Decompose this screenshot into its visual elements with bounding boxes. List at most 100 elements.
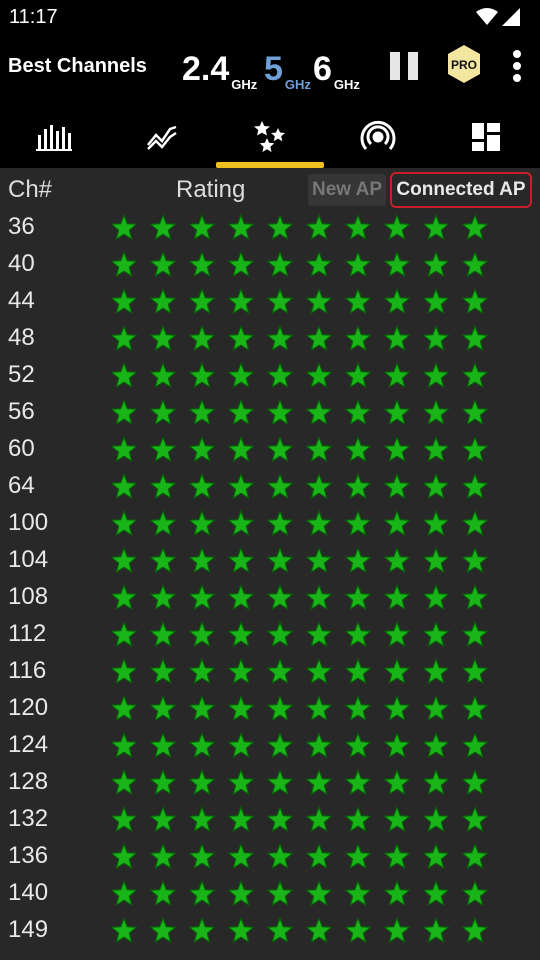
connected-ap-button[interactable]: Connected AP	[390, 172, 532, 208]
channel-number: 40	[8, 250, 35, 277]
table-row[interactable]: 132	[0, 802, 540, 839]
star-icon	[149, 362, 177, 388]
new-ap-button[interactable]: New AP	[308, 174, 386, 206]
star-icon	[383, 695, 411, 721]
time-graph-icon	[147, 125, 177, 150]
star-icon	[227, 547, 255, 573]
star-icon	[110, 288, 138, 314]
table-row[interactable]: 56	[0, 395, 540, 432]
table-row[interactable]: 60	[0, 432, 540, 469]
table-row[interactable]: 104	[0, 543, 540, 580]
table-row[interactable]: 108	[0, 580, 540, 617]
table-row[interactable]: 52	[0, 358, 540, 395]
star-icon	[344, 843, 372, 869]
tab-access-points[interactable]	[324, 106, 432, 168]
dashboard-tiles-icon	[472, 123, 500, 151]
star-icon	[110, 584, 138, 610]
tab-channel-graph[interactable]	[0, 106, 108, 168]
overflow-menu-button[interactable]	[508, 50, 526, 82]
tab-time-graph[interactable]	[108, 106, 216, 168]
table-row[interactable]: 112	[0, 617, 540, 654]
band-2-4ghz-button[interactable]: 2.4 GHz	[182, 50, 257, 92]
table-row[interactable]: 100	[0, 506, 540, 543]
band-5ghz-button[interactable]: 5 GHz	[264, 52, 311, 92]
page-title: Best Channels	[8, 55, 147, 77]
table-row[interactable]: 64	[0, 469, 540, 506]
table-row[interactable]: 116	[0, 654, 540, 691]
star-icon	[344, 362, 372, 388]
band-number: 6	[313, 50, 332, 88]
star-icon	[305, 917, 333, 943]
access-point-icon	[360, 120, 396, 150]
star-icon	[266, 325, 294, 351]
tab-channel-rating[interactable]	[216, 106, 324, 168]
table-row[interactable]: 149	[0, 913, 540, 950]
star-icon	[110, 473, 138, 499]
table-row[interactable]: 48	[0, 321, 540, 358]
star-icon	[305, 769, 333, 795]
star-icon	[266, 880, 294, 906]
star-icon	[305, 843, 333, 869]
star-icon	[227, 214, 255, 240]
star-icon	[188, 806, 216, 832]
star-icon	[344, 621, 372, 647]
band-unit: GHz	[333, 77, 360, 92]
band-unit: GHz	[284, 77, 311, 92]
band-6ghz-button[interactable]: 6 GHz	[313, 50, 360, 92]
star-icon	[227, 880, 255, 906]
tab-dashboard[interactable]	[432, 106, 540, 168]
star-icon	[266, 473, 294, 499]
star-icon	[110, 658, 138, 684]
star-icon	[383, 547, 411, 573]
star-icon	[422, 547, 450, 573]
star-icon	[383, 214, 411, 240]
pro-button[interactable]: PRO	[446, 44, 482, 84]
star-icon	[149, 399, 177, 425]
star-icon	[149, 214, 177, 240]
table-row[interactable]: 136	[0, 839, 540, 876]
star-icon	[149, 288, 177, 314]
table-row[interactable]: 128	[0, 765, 540, 802]
star-icon	[149, 436, 177, 462]
star-icon	[188, 436, 216, 462]
star-icon	[461, 547, 489, 573]
star-icon	[188, 214, 216, 240]
table-row[interactable]: 124	[0, 728, 540, 765]
cellular-signal-icon	[502, 8, 520, 26]
star-icon	[188, 658, 216, 684]
star-icon	[305, 621, 333, 647]
pause-icon-bar	[408, 52, 418, 80]
star-icon	[344, 917, 372, 943]
channel-number: 60	[8, 435, 35, 462]
table-row[interactable]: 40	[0, 247, 540, 284]
star-icon	[461, 325, 489, 351]
table-row[interactable]: 140	[0, 876, 540, 913]
star-icon	[110, 362, 138, 388]
star-icon	[344, 436, 372, 462]
table-row[interactable]: 36	[0, 210, 540, 247]
star-icon	[461, 843, 489, 869]
table-row[interactable]: 44	[0, 284, 540, 321]
status-bar: 11:17	[0, 0, 540, 36]
band-number: 2.4	[182, 50, 230, 88]
star-icon	[266, 621, 294, 647]
star-icon	[149, 473, 177, 499]
pause-button[interactable]	[390, 52, 420, 80]
channel-number: 116	[8, 657, 47, 684]
star-icon	[110, 325, 138, 351]
star-icon	[110, 214, 138, 240]
channel-number: 149	[8, 916, 49, 943]
table-row[interactable]: 120	[0, 691, 540, 728]
star-icon	[110, 843, 138, 869]
star-icon	[149, 547, 177, 573]
star-icon	[227, 473, 255, 499]
star-icon	[344, 510, 372, 536]
star-icon	[383, 658, 411, 684]
star-icon	[227, 288, 255, 314]
star-icon	[110, 732, 138, 758]
star-icon	[188, 732, 216, 758]
star-icon	[422, 325, 450, 351]
star-icon	[461, 769, 489, 795]
star-icon	[422, 621, 450, 647]
star-icon	[422, 769, 450, 795]
